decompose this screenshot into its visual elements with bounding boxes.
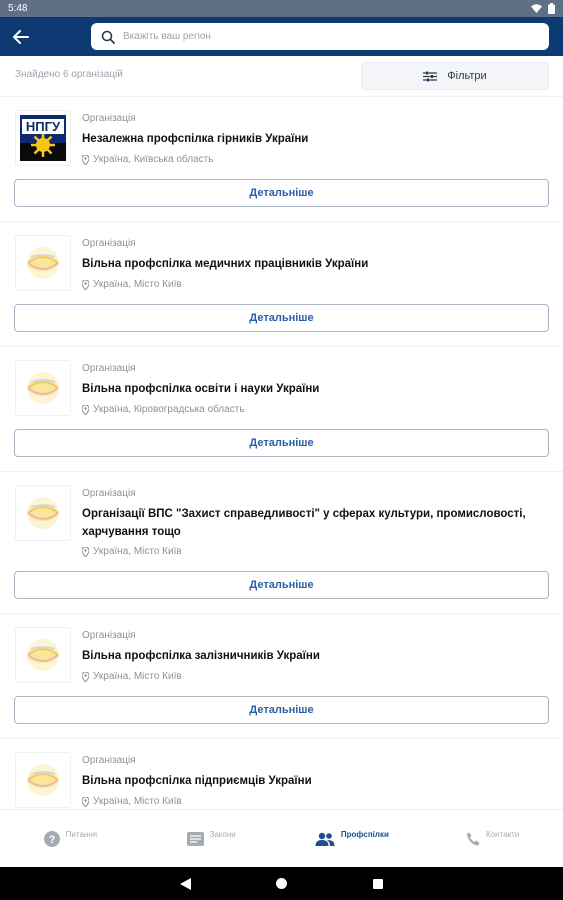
wifi-icon xyxy=(531,4,542,13)
system-back-button[interactable] xyxy=(176,874,196,894)
status-icons xyxy=(531,3,555,14)
org-name: Вільна профспілка залізничників України xyxy=(82,650,320,662)
app-bar xyxy=(0,17,563,56)
location-pin-icon xyxy=(82,546,89,557)
system-recents-button[interactable] xyxy=(368,874,388,894)
arrow-left-icon xyxy=(13,29,29,44)
vpu-logo xyxy=(15,485,71,541)
battery-icon xyxy=(548,3,555,14)
org-type: Організація xyxy=(82,755,136,766)
vpu-logo-image xyxy=(27,247,59,279)
nav-label: Контакти xyxy=(485,830,520,839)
org-name: Організації ВПС "Захист справедливості" … xyxy=(82,508,526,538)
details-button[interactable]: Детальніше xyxy=(14,571,549,599)
status-time: 5:48 xyxy=(8,3,28,14)
org-list: НПГУ Організація Незалежна профспілка гі… xyxy=(0,96,563,809)
phone-icon xyxy=(466,832,480,845)
people-icon xyxy=(315,832,335,846)
org-location-text: Україна, Київська область xyxy=(93,154,214,165)
org-location-text: Україна, Місто Київ xyxy=(93,546,182,557)
back-button[interactable] xyxy=(0,17,42,56)
triangle-back-icon xyxy=(180,877,191,890)
nav-item-unions[interactable]: Профспілки xyxy=(282,810,423,867)
details-button[interactable]: Детальніше xyxy=(14,304,549,332)
status-bar: 5:48 xyxy=(0,0,563,17)
org-location-text: Україна, Кіровоградська область xyxy=(93,404,245,415)
org-name: Вільна профспілка медичних працівників У… xyxy=(82,258,369,270)
org-type: Організація xyxy=(82,363,136,374)
square-recents-icon xyxy=(372,878,383,889)
vpu-logo xyxy=(15,360,71,416)
svg-text:?: ? xyxy=(48,834,55,846)
org-location: Україна, Місто Київ xyxy=(82,546,182,557)
vpu-logo-image xyxy=(27,764,59,796)
org-card: Організація Вільна профспілка підприємці… xyxy=(0,738,563,809)
search-icon xyxy=(101,30,115,44)
org-location-text: Україна, Місто Київ xyxy=(93,796,182,807)
org-location: Україна, Місто Київ xyxy=(82,671,182,682)
npgu-logo-text: НПГУ xyxy=(26,119,61,134)
org-type: Організація xyxy=(82,238,136,249)
filter-button-label: Фільтри xyxy=(447,70,487,82)
laws-icon xyxy=(186,831,204,846)
location-pin-icon xyxy=(82,671,89,682)
vpu-logo xyxy=(15,752,71,808)
nav-item-laws[interactable]: Закони xyxy=(141,810,282,867)
org-type: Організація xyxy=(82,630,136,641)
vpu-logo xyxy=(15,627,71,683)
nav-item-questions[interactable]: ? Питання xyxy=(0,810,141,867)
org-location-text: Україна, Місто Київ xyxy=(93,671,182,682)
details-button[interactable]: Детальніше xyxy=(14,179,549,207)
org-location: Україна, Місто Київ xyxy=(82,279,182,290)
org-card: НПГУ Організація Незалежна профспілка гі… xyxy=(0,96,563,221)
org-name: Незалежна профспілка гірників України xyxy=(82,133,309,145)
system-nav-bar xyxy=(0,867,563,900)
org-name: Вільна профспілка освіти і науки України xyxy=(82,383,320,395)
filter-button[interactable]: Фільтри xyxy=(361,62,549,90)
bottom-nav: ? Питання Закони Профспілки Контакти xyxy=(0,809,563,867)
search-box[interactable] xyxy=(91,23,549,50)
details-button[interactable]: Детальніше xyxy=(14,429,549,457)
location-pin-icon xyxy=(82,279,89,290)
circle-home-icon xyxy=(276,878,287,889)
npgu-logo-image: НПГУ xyxy=(20,115,66,161)
filter-sliders-icon xyxy=(423,71,438,81)
org-location: Україна, Київська область xyxy=(82,154,213,165)
location-pin-icon xyxy=(82,404,89,415)
results-count: Знайдено 6 організацій xyxy=(15,69,123,80)
nav-label: Профспілки xyxy=(340,830,389,839)
vpu-logo-image xyxy=(27,497,59,529)
org-location: Україна, Кіровоградська область xyxy=(82,404,245,415)
details-button[interactable]: Детальніше xyxy=(14,696,549,724)
filter-row: Знайдено 6 організацій Фільтри xyxy=(0,56,563,96)
vpu-logo-image xyxy=(27,639,59,671)
question-icon: ? xyxy=(43,830,60,847)
location-pin-icon xyxy=(82,154,89,165)
location-pin-icon xyxy=(82,796,89,807)
search-input[interactable] xyxy=(123,31,549,42)
vpu-logo xyxy=(15,235,71,291)
nav-label: Закони xyxy=(209,830,236,839)
org-type: Організація xyxy=(82,488,136,499)
org-location: Україна, Місто Київ xyxy=(82,796,182,807)
org-card: Організація Вільна профспілка освіти і н… xyxy=(0,346,563,471)
org-card: Організація Вільна профспілка залізнични… xyxy=(0,613,563,738)
vpu-logo-image xyxy=(27,372,59,404)
npgu-logo: НПГУ xyxy=(15,110,71,166)
system-home-button[interactable] xyxy=(272,874,292,894)
org-location-text: Україна, Місто Київ xyxy=(93,279,182,290)
org-type: Організація xyxy=(82,113,136,124)
org-name: Вільна профспілка підприємців України xyxy=(82,775,312,787)
nav-item-contacts[interactable]: Контакти xyxy=(422,810,563,867)
org-card: Організація Вільна профспілка медичних п… xyxy=(0,221,563,346)
nav-label: Питання xyxy=(65,830,98,839)
org-card: Організація Організації ВПС "Захист спра… xyxy=(0,471,563,613)
